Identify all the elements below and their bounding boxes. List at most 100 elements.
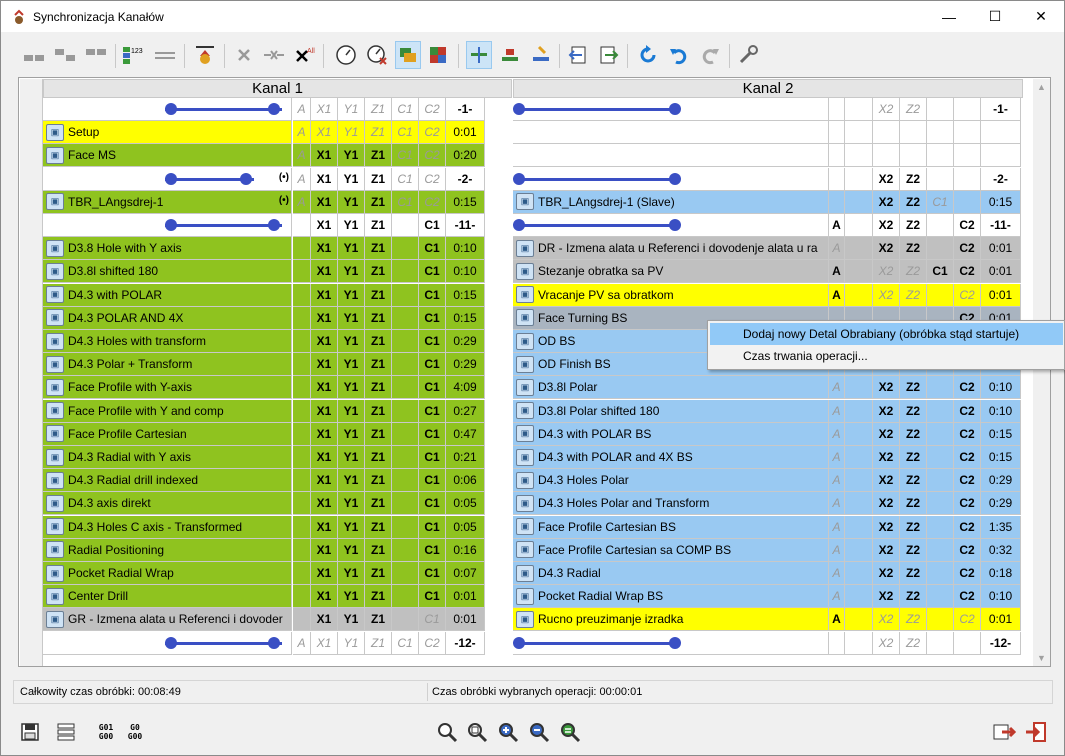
layout-3-icon[interactable] [83,41,109,69]
grid-row[interactable]: ▣ Pocket Radial Wrap X1 Y1 Z1 C1 0:07 ▣ D4.3 Rad… [19,562,1033,585]
slider-handle[interactable] [669,103,681,115]
grid-row[interactable]: ▣ TBR_LAngsdrej-1 (•) A X1 Y1 Z1 C1 C2 0:15 ▣ TBR_L… [19,190,1033,214]
grid-row[interactable]: ▣ Radial Positioning X1 Y1 Z1 C1 0:16 ▣ Face Pro… [19,538,1033,562]
g00-icon[interactable]: G0 G00 [122,719,148,745]
channel-1-operation[interactable]: ▣ TBR_LAngsdrej-1 (•) [43,190,292,214]
channel-1-operation[interactable]: ▣ D3.8l shifted 180 [43,260,292,284]
redo-icon[interactable] [697,41,723,69]
channel-1-operation[interactable]: ▣ D4.3 axis direkt [43,492,292,516]
zoom-icon[interactable] [434,719,460,745]
channel-1-operation[interactable]: ▣ GR - Izmena alata u Referenci i dovoder [43,608,292,632]
slider-handle[interactable] [268,219,280,231]
slider-handle[interactable] [513,172,525,185]
grid-row[interactable]: ▣ Face Profile with Y and comp X1 Y1 Z1 C1 0:2… [19,399,1033,423]
channel-1-operation[interactable]: (•) [43,167,292,191]
operations-grid[interactable]: Kanal 1 Kanal 2 A X1 Y1 Z1 C1 C2 -1- X2 Z2 -1- ▣ Se… [18,77,1051,667]
channel-1-operation[interactable] [43,98,292,121]
channel-2-operation[interactable]: ▣ D3.8l Polar [513,376,829,400]
zoom-in-icon[interactable] [495,719,521,745]
grid-row[interactable]: ▣ Face Profile Cartesian X1 Y1 Z1 C1 0:47 ▣ D4.3… [19,422,1033,446]
slider-handle[interactable] [669,219,681,231]
vertical-scrollbar[interactable]: ▲ ▼ [1033,79,1050,666]
channel-2-operation[interactable]: ▣ D4.3 Holes Polar [513,469,829,493]
channel-1-operation[interactable]: ▣ D4.3 Radial with Y axis [43,446,292,469]
menu-item-operation-duration[interactable]: Czas trwania operacji... [710,345,1063,367]
slider-handle[interactable] [240,172,252,185]
lines-icon[interactable] [152,41,178,69]
slider-handle[interactable] [513,103,525,115]
channel-1-operation[interactable]: ▣ D4.3 Polar + Transform [43,353,292,377]
scroll-up-icon[interactable]: ▲ [1037,82,1046,92]
import-icon[interactable] [565,41,591,69]
delete-sync-icon[interactable] [261,41,287,69]
slider-handle[interactable] [669,172,681,185]
time-icon[interactable] [333,41,359,69]
sync-slider[interactable] [43,214,291,236]
undo-icon[interactable] [666,41,692,69]
grid-row[interactable]: ▣ D4.3 Radial with Y axis X1 Y1 Z1 C1 0:21 ▣ D4.… [19,446,1033,469]
save-icon[interactable] [17,719,43,745]
channel-2-operation[interactable]: ▣ D4.3 Holes Polar and Transform [513,492,829,516]
g01-icon[interactable]: G01 G00 [93,719,119,745]
channel-1-operation[interactable]: ▣ Radial Positioning [43,538,292,562]
sync-slider[interactable] [513,98,828,120]
channel-1-operation[interactable]: ▣ D4.3 Radial drill indexed [43,469,292,493]
overlay-icon[interactable] [395,41,421,69]
grid-row[interactable]: (•) A X1 Y1 Z1 C1 C2 -2- X2 Z2 -2- [19,167,1033,191]
channel-2-operation[interactable] [513,98,829,121]
channel-2-operation[interactable]: ▣ Rucno preuzimanje izradka [513,608,829,632]
sync-slider[interactable] [43,632,291,654]
align-icon[interactable] [466,41,492,69]
slider-handle[interactable] [268,103,280,115]
channel-2-operation[interactable]: ▣ D4.3 with POLAR and 4X BS [513,446,829,469]
channel-2-operation[interactable]: ▣ Vracanje PV sa obratkom [513,283,829,307]
channel-2-operation[interactable]: ▣ TBR_LAngsdrej-1 (Slave) [513,190,829,214]
zoom-fit-icon[interactable] [557,719,583,745]
number-list-icon[interactable]: 123 [121,41,147,69]
channel-1-operation[interactable]: ▣ D4.3 Holes with transform [43,330,292,353]
channel-2-operation[interactable] [513,631,829,655]
layout-2-icon[interactable] [52,41,78,69]
settings-icon[interactable] [735,41,761,69]
channel-1-operation[interactable]: ▣ D3.8 Hole with Y axis [43,237,292,261]
slider-handle[interactable] [165,636,177,649]
channel-1-operation[interactable]: ▣ Face Profile with Y-axis [43,376,292,400]
sync-slider[interactable] [43,98,291,120]
sync-icon[interactable] [192,41,218,69]
grid-row[interactable]: A X1 Y1 Z1 C1 C2 -12- X2 Z2 -12- [19,631,1033,655]
export-red-icon[interactable] [991,719,1017,745]
channel-1-operation[interactable]: ▣ Face MS [43,144,292,168]
close-button[interactable]: ✕ [1018,1,1064,32]
channel-2-operation[interactable]: ▣ Pocket Radial Wrap BS [513,585,829,609]
grid-row[interactable]: ▣ D4.3 Radial drill indexed X1 Y1 Z1 C1 0:06 ▣ D… [19,469,1033,493]
slider-handle[interactable] [165,172,177,185]
slider-handle[interactable] [165,103,177,115]
exit-icon[interactable] [1023,719,1049,745]
zoom-area-icon[interactable] [464,719,490,745]
slider-handle[interactable] [165,219,177,231]
slider-handle[interactable] [669,636,681,649]
channel-1-operation[interactable] [43,631,292,655]
grid-row[interactable]: ▣ Center Drill X1 Y1 Z1 C1 0:01 ▣ Pocket Radial … [19,585,1033,609]
menu-item-add-workpiece[interactable]: Dodaj nowy Detal Obrabiany (obróbka stąd… [710,323,1063,345]
zoom-out-icon[interactable] [526,719,552,745]
channel-2-operation[interactable] [513,121,829,145]
sync-slider[interactable] [43,168,291,190]
channel-2-operation[interactable]: ▣ D4.3 with POLAR BS [513,422,829,446]
channel-2-operation[interactable]: ▣ Stezanje obratka sa PV [513,260,829,284]
channel-1-operation[interactable]: ▣ Center Drill [43,585,292,609]
color-blocks-icon[interactable] [425,41,451,69]
layout-1-icon[interactable] [21,41,47,69]
channel-2-operation[interactable] [513,144,829,168]
grid-row[interactable]: ▣ D3.8 Hole with Y axis X1 Y1 Z1 C1 0:10 ▣ DR - … [19,237,1033,261]
merge-icon[interactable] [528,41,554,69]
slider-handle[interactable] [513,219,525,231]
channel-2-operation[interactable]: ▣ D3.8l Polar shifted 180 [513,399,829,423]
grid-row[interactable]: ▣ Face MS A X1 Y1 Z1 C1 C2 0:20 [19,144,1033,168]
channel-1-operation[interactable]: ▣ Setup [43,121,292,145]
time-cancel-icon[interactable] [364,41,390,69]
grid-row[interactable]: ▣ D4.3 axis direkt X1 Y1 Z1 C1 0:05 ▣ D4.3 Holes… [19,492,1033,516]
export-icon[interactable] [596,41,622,69]
sync-slider[interactable] [513,632,828,654]
split-icon[interactable] [497,41,523,69]
